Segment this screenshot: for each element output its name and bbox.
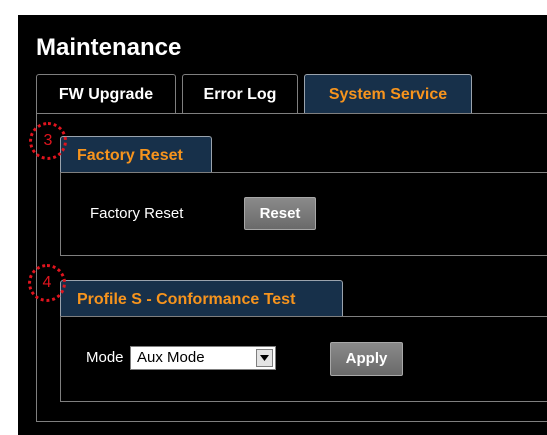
- tab-system-service[interactable]: System Service: [304, 74, 472, 113]
- chevron-down-icon[interactable]: [256, 349, 273, 367]
- annotation-marker-3: 3: [29, 122, 67, 160]
- page-title: Maintenance: [36, 34, 182, 61]
- mode-select-value: Aux Mode: [137, 349, 205, 366]
- factory-reset-label: Factory Reset: [90, 205, 184, 222]
- profile-s-header: Profile S - Conformance Test: [60, 280, 343, 316]
- mode-label: Mode: [86, 349, 124, 366]
- tab-fw-upgrade[interactable]: FW Upgrade: [36, 74, 176, 113]
- annotation-marker-4: 4: [28, 264, 66, 302]
- factory-reset-header: Factory Reset: [60, 136, 212, 172]
- reset-button[interactable]: Reset: [244, 197, 316, 230]
- mode-select[interactable]: Aux Mode: [130, 346, 276, 370]
- tab-error-log[interactable]: Error Log: [182, 74, 298, 113]
- apply-button[interactable]: Apply: [330, 342, 403, 376]
